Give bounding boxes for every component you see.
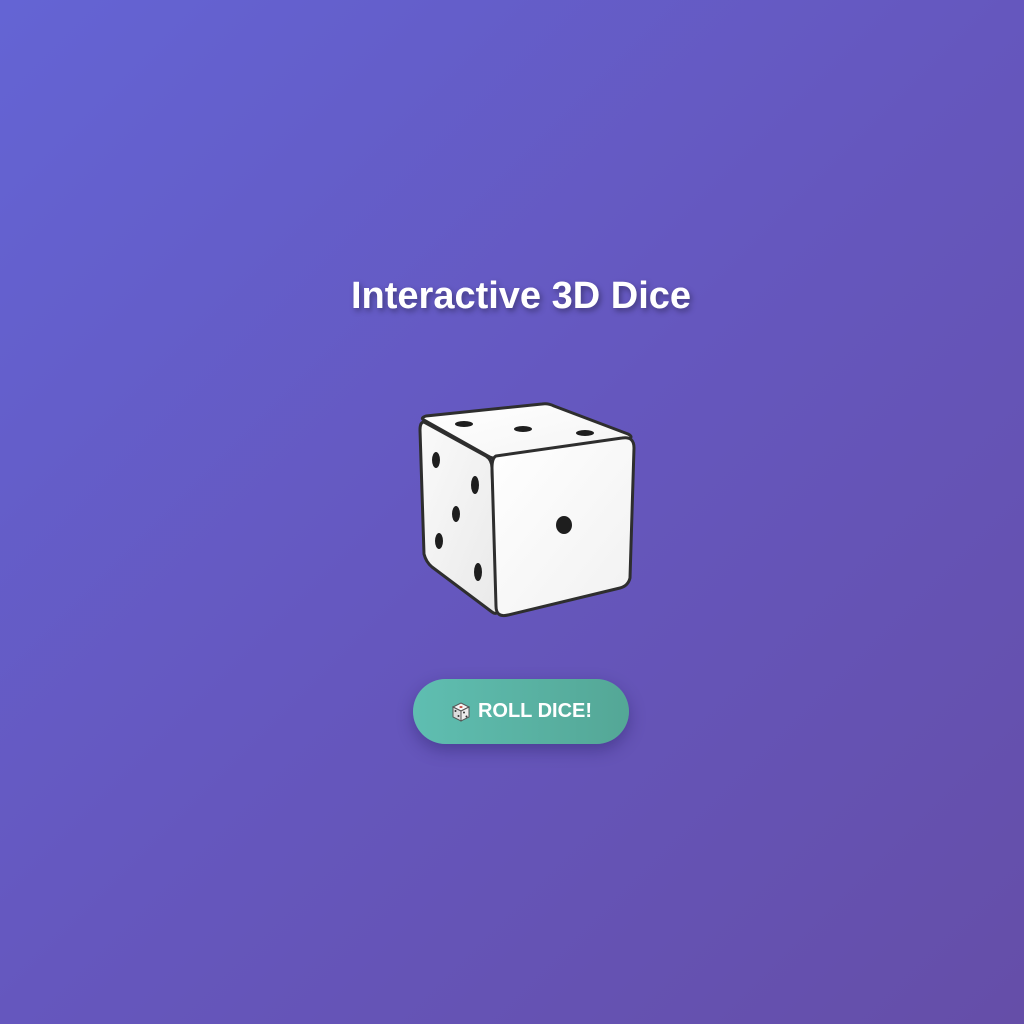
dice-pip <box>455 421 473 427</box>
dice-pip <box>452 506 460 522</box>
dice-pip <box>474 563 482 581</box>
roll-dice-button[interactable]: ROLL DICE! <box>413 679 629 744</box>
roll-dice-label: ROLL DICE! <box>477 700 593 722</box>
dice[interactable] <box>412 396 642 622</box>
dice-icon <box>450 701 472 723</box>
dice-pip <box>514 426 532 432</box>
dice-pip <box>435 533 443 549</box>
dice-pip <box>556 516 572 534</box>
dice-graphic <box>418 402 636 618</box>
dice-pip <box>432 452 440 468</box>
page-title: Interactive 3D Dice <box>350 275 692 317</box>
dice-pip <box>576 430 594 436</box>
dice-pip <box>471 476 479 494</box>
